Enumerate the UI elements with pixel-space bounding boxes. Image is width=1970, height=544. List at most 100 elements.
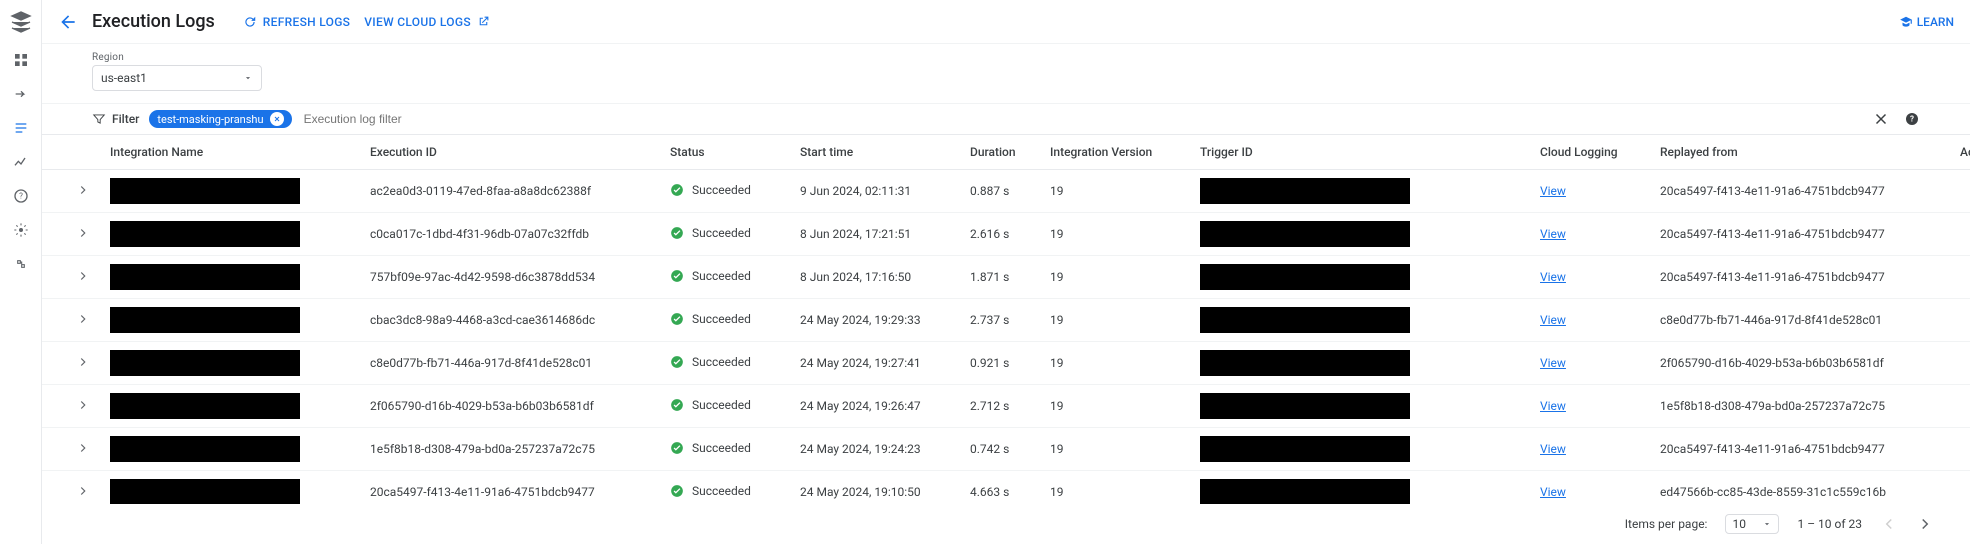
view-cloud-logs-button[interactable]: VIEW CLOUD LOGS [364, 15, 490, 29]
col-execution-id: Execution ID [362, 135, 662, 170]
integration-name-redacted [110, 350, 300, 376]
trigger-id-redacted [1200, 264, 1410, 290]
table-row: cbac3dc8-98a9-4468-a3cd-cae3614686dcSucc… [42, 299, 1970, 342]
filter-text: Filter [112, 112, 139, 126]
col-trigger-id: Trigger ID [1192, 135, 1532, 170]
items-per-page-value: 10 [1732, 517, 1746, 531]
expand-row-button[interactable] [76, 226, 90, 240]
cell-status: Succeeded [670, 441, 751, 455]
chevron-down-icon [243, 73, 253, 83]
cell-start-time: 24 May 2024, 19:27:41 [792, 342, 962, 385]
trigger-id-redacted [1200, 479, 1410, 504]
trigger-id-redacted [1200, 350, 1410, 376]
expand-row-button[interactable] [76, 269, 90, 283]
nav-item-monitoring[interactable] [11, 152, 31, 172]
col-cloud-logging: Cloud Logging [1532, 135, 1652, 170]
items-per-page-select[interactable]: 10 [1725, 514, 1779, 534]
col-duration: Duration [962, 135, 1042, 170]
row-actions-menu[interactable] [1960, 484, 1970, 498]
learn-icon [1899, 15, 1913, 29]
row-actions-menu[interactable] [1960, 312, 1970, 326]
region-select[interactable]: us-east1 [92, 65, 262, 91]
filter-input[interactable] [302, 111, 1862, 127]
row-actions-menu[interactable] [1960, 226, 1970, 240]
col-actions: Actions [1952, 135, 1970, 170]
cell-duration: 2.712 s [962, 385, 1042, 428]
nav-item-logs[interactable] [11, 118, 31, 138]
page-range: 1 – 10 of 23 [1797, 517, 1862, 531]
main-content: Execution Logs REFRESH LOGS VIEW CLOUD L… [42, 0, 1970, 544]
cloud-logging-view-link[interactable]: View [1540, 442, 1566, 456]
nav-item-overview[interactable] [11, 50, 31, 70]
next-page-button[interactable] [1916, 515, 1934, 533]
cloud-logging-view-link[interactable]: View [1540, 399, 1566, 413]
table-row: c8e0d77b-fb71-446a-917d-8f41de528c01Succ… [42, 342, 1970, 385]
cell-replayed-from: 20ca5497-f413-4e11-91a6-4751bdcb9477 [1652, 213, 1952, 256]
cell-status: Succeeded [670, 226, 751, 240]
expand-row-button[interactable] [76, 355, 90, 369]
table-header-row: Integration Name Execution ID Status Sta… [42, 135, 1970, 170]
svg-text:?: ? [19, 192, 23, 201]
expand-row-button[interactable] [76, 441, 90, 455]
cell-execution-id: c0ca017c-1dbd-4f31-96db-07a07c32ffdb [362, 213, 662, 256]
cell-start-time: 9 Jun 2024, 02:11:31 [792, 170, 962, 213]
table-row: c0ca017c-1dbd-4f31-96db-07a07c32ffdb Succ… [42, 213, 1970, 256]
filter-help-button[interactable]: ? [1904, 111, 1920, 127]
cell-duration: 2.737 s [962, 299, 1042, 342]
cell-duration: 0.742 s [962, 428, 1042, 471]
logs-table: Integration Name Execution ID Status Sta… [42, 135, 1970, 504]
back-button[interactable] [58, 12, 78, 32]
cloud-logging-view-link[interactable]: View [1540, 485, 1566, 499]
refresh-logs-button[interactable]: REFRESH LOGS [243, 15, 350, 29]
expand-row-button[interactable] [76, 484, 90, 498]
cell-start-time: 8 Jun 2024, 17:16:50 [792, 256, 962, 299]
nav-item-settings[interactable] [11, 220, 31, 240]
cell-start-time: 24 May 2024, 19:10:50 [792, 471, 962, 505]
filter-chip[interactable]: test-masking-pranshu [149, 110, 291, 128]
cell-version: 19 [1042, 471, 1192, 505]
expand-row-button[interactable] [76, 183, 90, 197]
col-replayed-from: Replayed from [1652, 135, 1952, 170]
chevron-right-icon [1916, 515, 1934, 533]
filter-icon [92, 112, 106, 126]
learn-label: LEARN [1917, 15, 1954, 29]
region-label: Region [92, 52, 1920, 63]
chevron-down-icon [1762, 519, 1772, 529]
integration-name-redacted [110, 221, 300, 247]
row-actions-menu[interactable] [1960, 183, 1970, 197]
learn-button[interactable]: LEARN [1899, 15, 1954, 29]
cell-version: 19 [1042, 428, 1192, 471]
cell-version: 19 [1042, 385, 1192, 428]
prev-page-button[interactable] [1880, 515, 1898, 533]
row-actions-menu[interactable] [1960, 398, 1970, 412]
cell-version: 19 [1042, 170, 1192, 213]
nav-item-help[interactable]: ? [11, 186, 31, 206]
cloud-logging-view-link[interactable]: View [1540, 227, 1566, 241]
nav-item-connectors[interactable] [11, 254, 31, 274]
row-actions-menu[interactable] [1960, 355, 1970, 369]
cloud-logging-view-link[interactable]: View [1540, 270, 1566, 284]
trigger-id-redacted [1200, 307, 1410, 333]
cloud-logging-view-link[interactable]: View [1540, 356, 1566, 370]
cloud-logging-view-link[interactable]: View [1540, 184, 1566, 198]
close-icon [1872, 110, 1890, 128]
filter-chip-remove[interactable] [270, 112, 284, 126]
cell-status: Succeeded [670, 398, 751, 412]
pagination: Items per page: 10 1 – 10 of 23 [42, 504, 1970, 544]
expand-row-button[interactable] [76, 398, 90, 412]
row-actions-menu[interactable] [1960, 441, 1970, 455]
region-value: us-east1 [101, 71, 147, 85]
nav-item-triggers[interactable] [11, 84, 31, 104]
cell-start-time: 24 May 2024, 19:29:33 [792, 299, 962, 342]
filter-bar: Filter test-masking-pranshu ? [42, 104, 1970, 135]
expand-row-button[interactable] [76, 312, 90, 326]
refresh-icon [243, 15, 257, 29]
cloud-logging-view-link[interactable]: View [1540, 313, 1566, 327]
trigger-id-redacted [1200, 178, 1410, 204]
cell-status: Succeeded [670, 312, 751, 326]
external-link-icon [477, 15, 490, 28]
row-actions-menu[interactable] [1960, 269, 1970, 283]
clear-filter-button[interactable] [1872, 110, 1890, 128]
cell-duration: 4.663 s [962, 471, 1042, 505]
trigger-id-redacted [1200, 221, 1410, 247]
